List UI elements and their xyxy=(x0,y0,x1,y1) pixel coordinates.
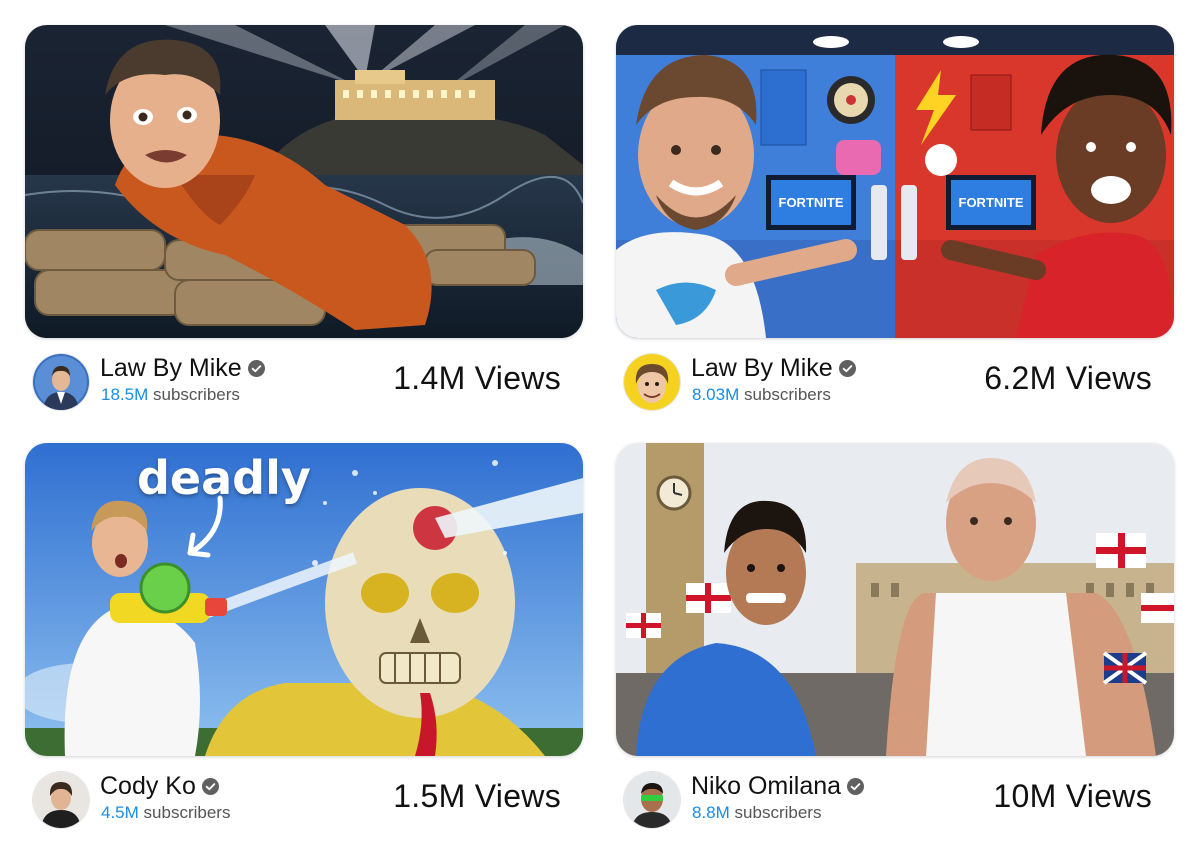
svg-text:FORTNITE: FORTNITE xyxy=(779,195,844,210)
video-meta: Cody Ko 4.5M subscribers 1.5M Views xyxy=(25,756,583,836)
video-card-2[interactable]: FORTNITE FORTNITE Law By Mike 8.03M subs… xyxy=(616,25,1174,418)
view-count: 1.4M Views xyxy=(393,360,561,396)
video-card-1[interactable]: Law By Mike 18.5M subscribers 1.4M Views xyxy=(25,25,583,418)
channel-name[interactable]: Law By Mike xyxy=(100,354,265,383)
thumbnail-caption: deadly xyxy=(137,451,311,505)
view-count: 6.2M Views xyxy=(984,360,1152,396)
channel-avatar[interactable] xyxy=(33,354,89,410)
video-thumbnail[interactable] xyxy=(616,443,1174,756)
channel-avatar[interactable] xyxy=(624,354,680,410)
video-meta: Law By Mike 8.03M subscribers 6.2M Views xyxy=(616,338,1174,418)
svg-text:FORTNITE: FORTNITE xyxy=(959,195,1024,210)
video-thumbnail[interactable]: deadly xyxy=(25,443,583,756)
video-card-4[interactable]: Niko Omilana 8.8M subscribers 10M Views xyxy=(616,443,1174,836)
video-meta: Niko Omilana 8.8M subscribers 10M Views xyxy=(616,756,1174,836)
subscriber-count: 8.8M subscribers xyxy=(692,803,822,822)
verified-check-icon xyxy=(847,778,865,795)
video-thumbnail[interactable] xyxy=(25,25,583,338)
subscriber-count: 8.03M subscribers xyxy=(692,385,831,404)
channel-name[interactable]: Law By Mike xyxy=(691,354,856,383)
video-card-3[interactable]: deadly Cody Ko 4.5M subscribers 1.5M Vie… xyxy=(25,443,583,836)
video-thumbnail[interactable]: FORTNITE FORTNITE xyxy=(616,25,1174,338)
subscriber-count: 4.5M subscribers xyxy=(101,803,231,822)
video-meta: Law By Mike 18.5M subscribers 1.4M Views xyxy=(25,338,583,418)
channel-name[interactable]: Niko Omilana xyxy=(691,772,865,801)
verified-check-icon xyxy=(247,360,265,377)
verified-check-icon xyxy=(201,778,219,795)
view-count: 10M Views xyxy=(993,778,1152,814)
verified-check-icon xyxy=(838,360,856,377)
subscriber-count: 18.5M subscribers xyxy=(101,385,240,404)
channel-avatar[interactable] xyxy=(624,772,680,828)
channel-name[interactable]: Cody Ko xyxy=(100,772,219,801)
view-count: 1.5M Views xyxy=(393,778,561,814)
channel-avatar[interactable] xyxy=(33,772,89,828)
